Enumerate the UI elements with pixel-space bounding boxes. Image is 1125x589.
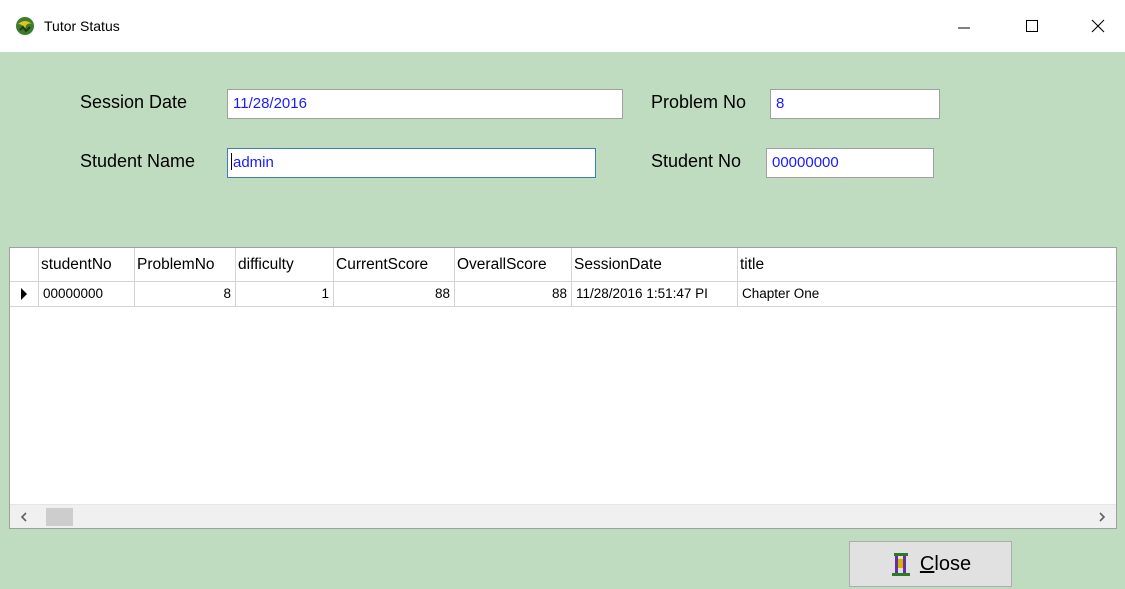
maximize-button[interactable] [1009,0,1055,52]
cell-difficulty[interactable]: 1 [236,281,334,306]
tutor-status-window: Tutor Status Session Date 11/28/2016 Pro… [0,0,1125,589]
row-header-corner [10,248,39,281]
close-icon [1091,19,1105,33]
column-header-title[interactable]: title [738,248,1116,281]
tutor-status-grid[interactable]: studentNo ProblemNo difficulty CurrentSc… [9,247,1117,529]
chevron-left-icon [20,512,27,522]
column-header-sessiondate[interactable]: SessionDate [572,248,738,281]
column-header-studentno[interactable]: studentNo [39,248,135,281]
student-name-field[interactable]: admin [227,148,596,178]
column-header-problemno[interactable]: ProblemNo [135,248,236,281]
window-close-button[interactable] [1075,0,1121,52]
close-button-label: Close [919,552,972,575]
session-date-label: Session Date [80,92,188,112]
tutor-app-icon [14,15,36,37]
close-button[interactable]: Close [849,541,1012,587]
session-date-field[interactable]: 11/28/2016 [227,89,623,119]
student-name-label: Student Name [80,151,196,171]
cell-studentno[interactable]: 00000000 [39,281,135,306]
cell-currentscore[interactable]: 88 [334,281,455,306]
student-name-value: admin [233,154,274,171]
horizontal-scrollbar[interactable] [10,504,1116,528]
cell-problemno[interactable]: 8 [135,281,236,306]
column-header-difficulty[interactable]: difficulty [236,248,334,281]
minimize-icon [958,27,970,29]
chevron-right-icon [1099,512,1106,522]
column-header-overallscore[interactable]: OverallScore [455,248,572,281]
scrollbar-thumb[interactable] [46,508,73,526]
problem-no-label: Problem No [651,92,747,112]
column-header-currentscore[interactable]: CurrentScore [334,248,455,281]
scroll-right-button[interactable] [1088,505,1116,528]
problem-no-field[interactable]: 8 [770,89,940,119]
minimize-button[interactable] [941,0,987,52]
scroll-left-button[interactable] [10,505,38,528]
title-bar[interactable]: Tutor Status [0,0,1125,52]
grid-header: studentNo ProblemNo difficulty CurrentSc… [10,248,1116,282]
row-pointer-icon [10,281,39,306]
cell-overallscore[interactable]: 88 [455,281,572,306]
maximize-icon [1026,20,1038,32]
student-no-field[interactable]: 00000000 [766,148,934,178]
table-row[interactable]: 00000000 8 1 88 88 11/28/2016 1:51:47 PI… [10,281,1116,307]
door-exit-icon [890,551,912,577]
text-caret [231,153,232,170]
cell-title[interactable]: Chapter One [738,281,1116,306]
window-title: Tutor Status [44,18,120,34]
student-no-label: Student No [651,151,742,171]
cell-sessiondate[interactable]: 11/28/2016 1:51:47 PI [572,281,738,306]
